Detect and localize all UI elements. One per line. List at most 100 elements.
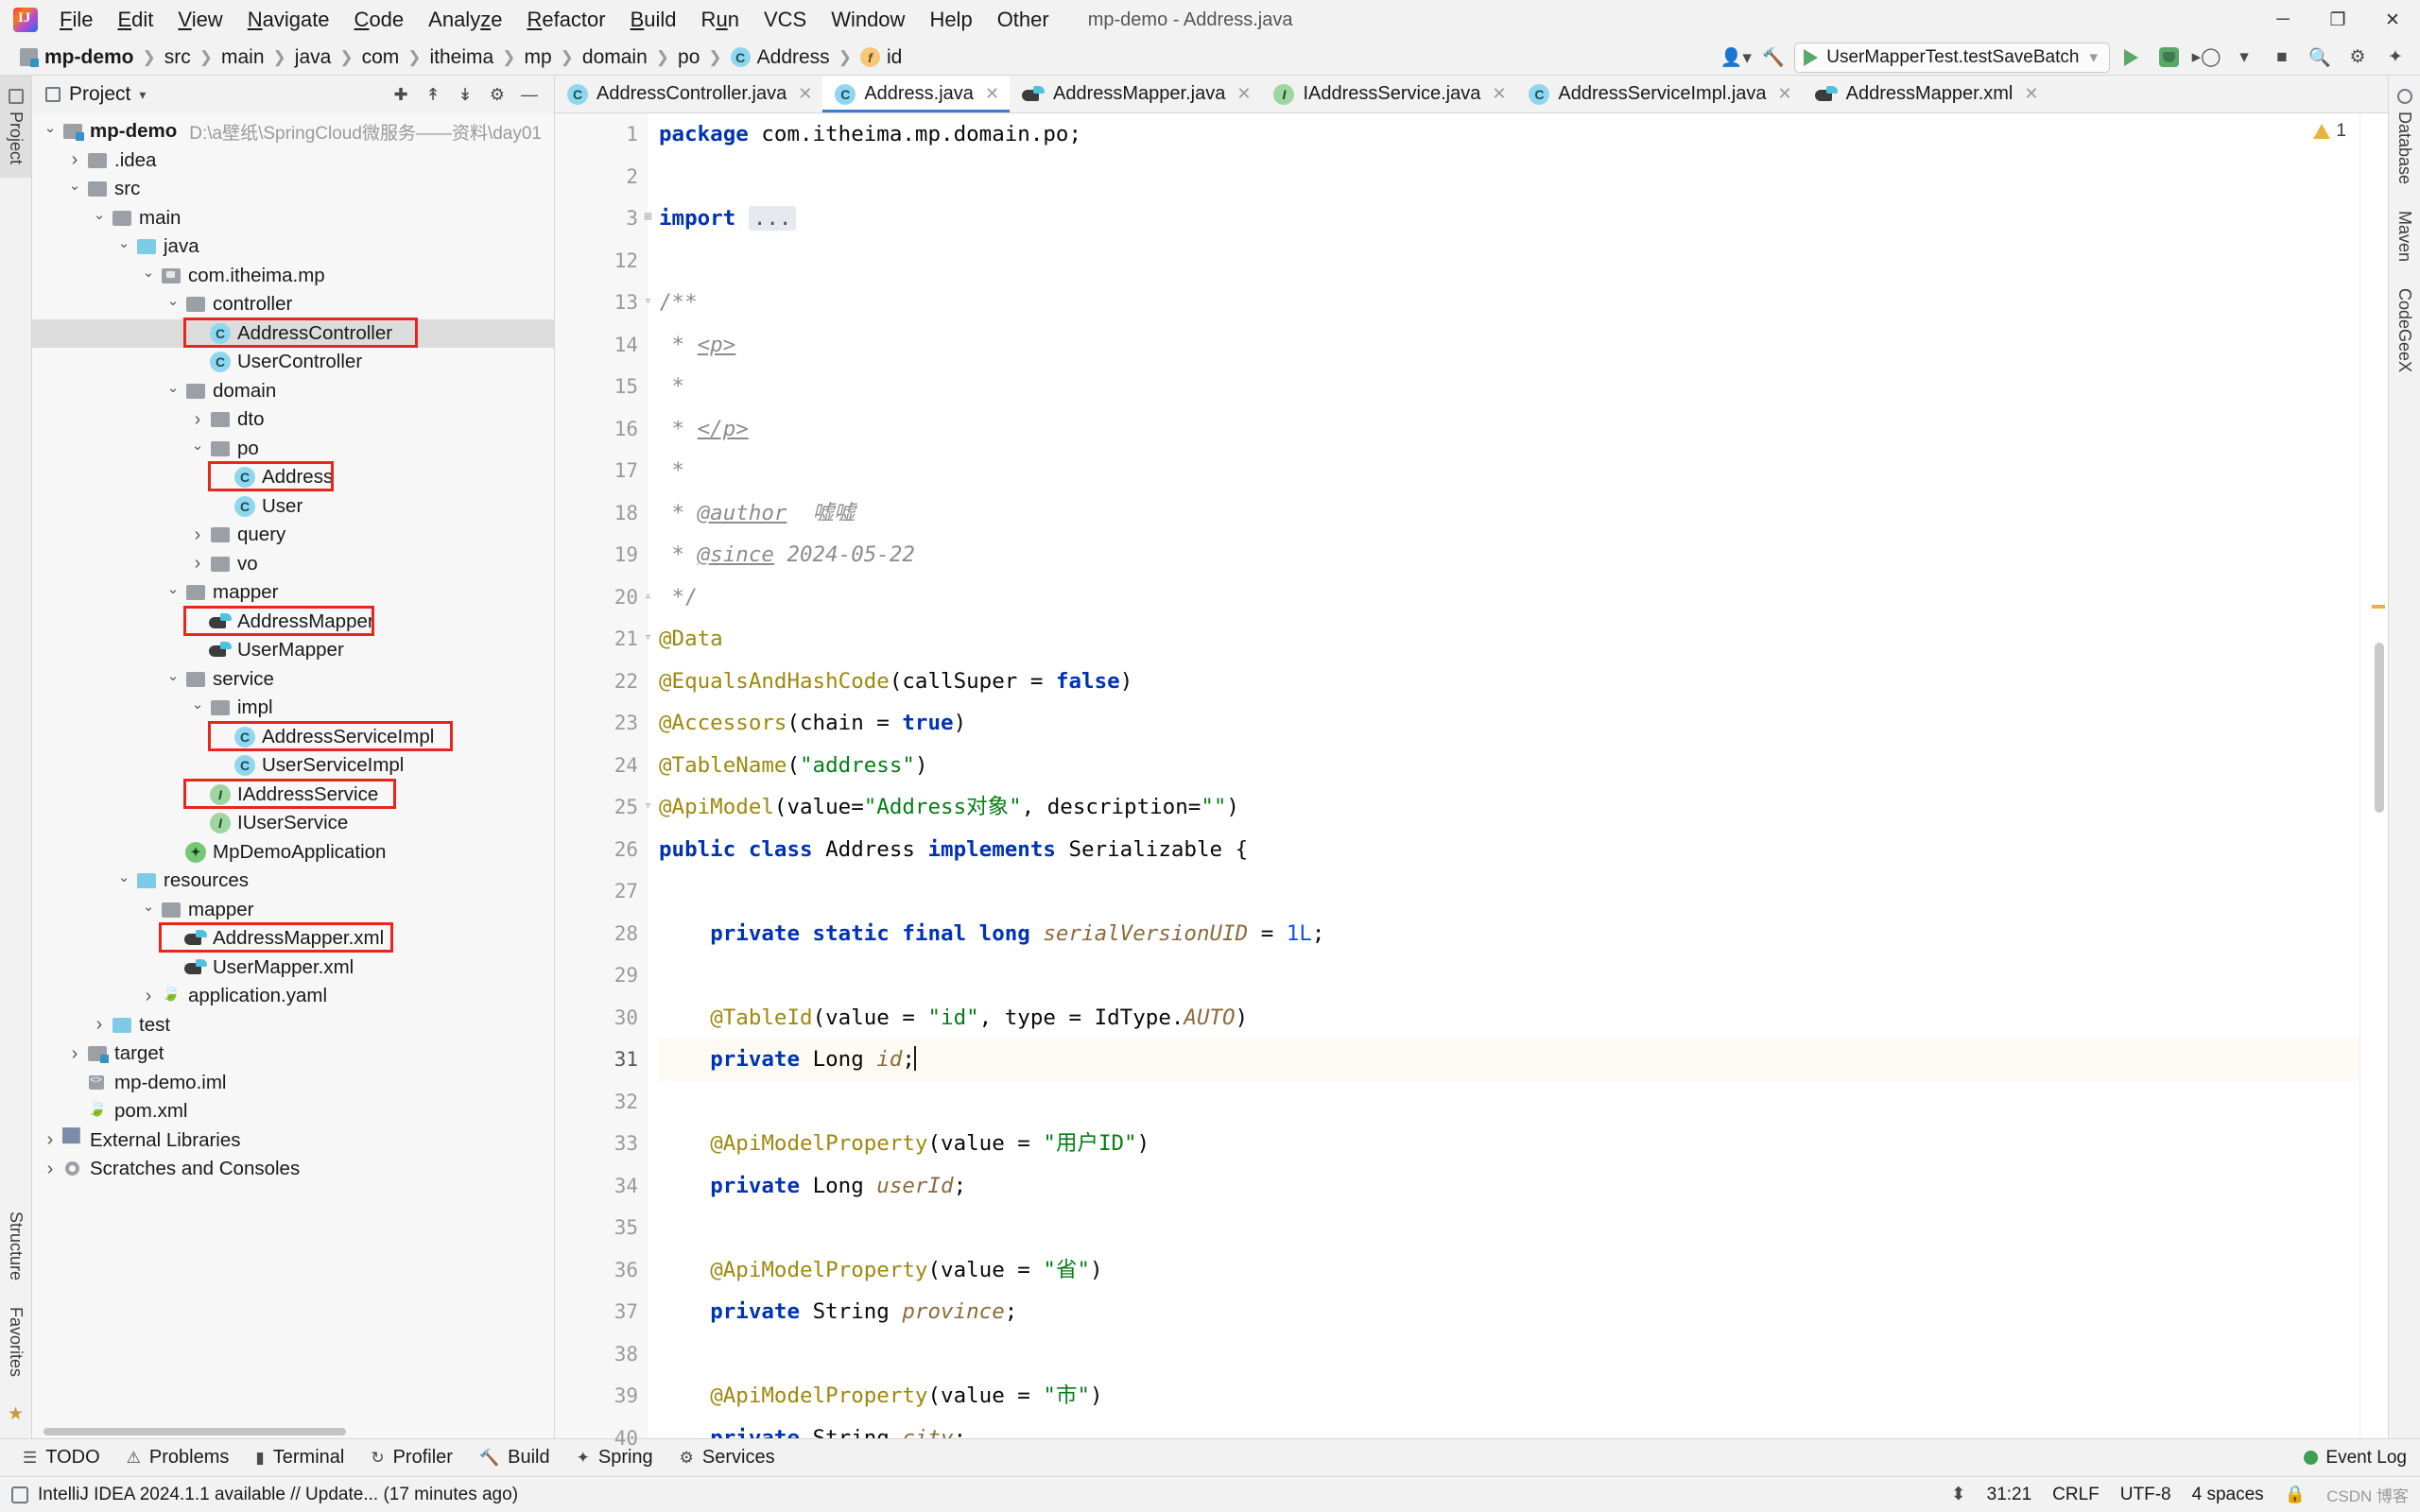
indent-setting[interactable]: 4 spaces xyxy=(2192,1485,2264,1505)
maximize-button[interactable]: ❐ xyxy=(2310,0,2365,40)
chevron-down-icon[interactable] xyxy=(187,440,208,457)
ai-assistant-icon[interactable]: ✦ xyxy=(2378,43,2412,73)
tool-window-problems[interactable]: ⚠Problems xyxy=(113,1443,243,1472)
chevron-right-icon[interactable] xyxy=(187,524,208,546)
tool-window-terminal[interactable]: ▮Terminal xyxy=(242,1443,357,1472)
close-icon[interactable]: ✕ xyxy=(2024,84,2038,104)
tree-node-controller[interactable]: controller xyxy=(32,290,554,319)
tree-node-mp-demo[interactable]: mp-demoD:\a壁纸\SpringCloud微服务——资料\day01 xyxy=(32,117,554,146)
chevron-right-icon[interactable] xyxy=(187,409,208,431)
chevron-down-icon[interactable] xyxy=(113,238,134,255)
tree-node-usermapper-xml[interactable]: UserMapper.xml xyxy=(32,954,554,983)
code-line[interactable]: private Long userId; xyxy=(659,1165,2360,1208)
tree-node-addressserviceimpl[interactable]: CAddressServiceImpl xyxy=(32,723,554,752)
editor-tab-address-java[interactable]: CAddress.java✕ xyxy=(822,76,1010,112)
code-line[interactable]: public class Address implements Serializ… xyxy=(659,829,2360,871)
code-line[interactable]: * <p> xyxy=(659,324,2360,367)
minimize-button[interactable]: ─ xyxy=(2256,0,2310,40)
chevron-down-icon[interactable] xyxy=(138,267,159,284)
tree-node-addressmapper-xml[interactable]: AddressMapper.xml xyxy=(32,924,554,954)
code-line[interactable]: /** xyxy=(659,282,2360,324)
menu-help[interactable]: Help xyxy=(917,4,984,36)
tree-node-mpdemoapplication[interactable]: ✦MpDemoApplication xyxy=(32,838,554,868)
settings-gear-icon[interactable]: ⚙ xyxy=(482,80,512,109)
tree-node-query[interactable]: query xyxy=(32,521,554,550)
chevron-down-icon[interactable] xyxy=(163,671,183,688)
code-content[interactable]: package com.itheima.mp.domain.po; import… xyxy=(648,113,2360,1438)
tree-horizontal-scrollbar[interactable] xyxy=(32,1424,554,1438)
code-line[interactable]: @ApiModelProperty(value = "市") xyxy=(659,1375,2360,1418)
breadcrumb-po[interactable]: po xyxy=(671,44,706,71)
code-line[interactable]: @TableId(value = "id", type = IdType.AUT… xyxy=(659,997,2360,1040)
hammer-icon[interactable]: 🔨 xyxy=(1756,43,1790,73)
chevron-right-icon[interactable] xyxy=(40,1129,60,1151)
code-line[interactable]: * xyxy=(659,450,2360,492)
code-line[interactable] xyxy=(659,870,2360,913)
run-with-coverage-icon[interactable]: ▸◯ xyxy=(2189,43,2223,73)
close-icon[interactable]: ✕ xyxy=(798,84,812,104)
menu-analyze[interactable]: Analyze xyxy=(416,4,514,36)
tool-window-profiler[interactable]: ↻Profiler xyxy=(357,1443,466,1472)
chevron-right-icon[interactable] xyxy=(89,1014,110,1036)
menu-other[interactable]: Other xyxy=(985,4,1062,36)
lock-icon[interactable]: 🔒 xyxy=(2285,1485,2306,1504)
editor-tab-bar[interactable]: CAddressController.java✕CAddress.java✕Ad… xyxy=(555,76,2388,113)
debug-icon[interactable] xyxy=(2152,43,2186,73)
chevron-down-icon[interactable] xyxy=(163,296,183,313)
tree-node-user[interactable]: CUser xyxy=(32,492,554,522)
chevron-down-icon[interactable] xyxy=(64,180,85,198)
code-line[interactable]: @ApiModelProperty(value = "用户ID") xyxy=(659,1123,2360,1165)
breadcrumb-com[interactable]: com xyxy=(355,44,406,71)
close-button[interactable]: ✕ xyxy=(2365,0,2420,40)
close-icon[interactable]: ✕ xyxy=(1778,84,1792,104)
code-line[interactable] xyxy=(659,954,2360,997)
sidebar-item-maven[interactable]: Maven xyxy=(2389,198,2420,275)
breadcrumb-domain[interactable]: domain xyxy=(576,44,654,71)
editor-tab-addressmapper-java[interactable]: AddressMapper.java✕ xyxy=(1010,76,1261,112)
tree-node-target[interactable]: target xyxy=(32,1040,554,1069)
project-tree[interactable]: mp-demoD:\a壁纸\SpringCloud微服务——资料\day01.i… xyxy=(32,113,554,1424)
hide-panel-icon[interactable]: — xyxy=(514,80,544,109)
tree-node-application-yaml[interactable]: application.yaml xyxy=(32,982,554,1011)
code-line[interactable]: @EqualsAndHashCode(callSuper = false) xyxy=(659,661,2360,703)
tree-node-dto[interactable]: dto xyxy=(32,405,554,435)
code-line[interactable]: private String province; xyxy=(659,1291,2360,1333)
breadcrumb-mp-demo[interactable]: mp-demo xyxy=(13,44,141,71)
tree-node-impl[interactable]: impl xyxy=(32,694,554,723)
tool-window-bar[interactable]: ☰TODO⚠Problems▮Terminal↻Profiler🔨Build✦S… xyxy=(0,1438,2420,1476)
code-line[interactable] xyxy=(659,240,2360,283)
status-message[interactable]: IntelliJ IDEA 2024.1.1 available // Upda… xyxy=(38,1485,518,1505)
code-line[interactable] xyxy=(659,1207,2360,1249)
code-line[interactable]: @Data xyxy=(659,618,2360,661)
sidebar-item-database[interactable]: Database xyxy=(2389,76,2420,198)
tree-node-scratches-and-consoles[interactable]: Scratches and Consoles xyxy=(32,1155,554,1184)
breadcrumb-address[interactable]: C Address xyxy=(724,44,837,71)
code-line[interactable] xyxy=(659,1333,2360,1376)
tree-node-vo[interactable]: vo xyxy=(32,550,554,579)
tree-node-usermapper[interactable]: UserMapper xyxy=(32,636,554,665)
tree-node-src[interactable]: src xyxy=(32,175,554,204)
close-icon[interactable]: ✕ xyxy=(1492,84,1506,104)
add-icon[interactable]: ✚ xyxy=(386,80,416,109)
editor-tab-addresscontroller-java[interactable]: CAddressController.java✕ xyxy=(555,76,822,112)
tree-node-usercontroller[interactable]: CUserController xyxy=(32,348,554,377)
user-icon[interactable]: 👤▾ xyxy=(1719,43,1753,73)
code-line[interactable]: private static final long serialVersionU… xyxy=(659,913,2360,955)
close-icon[interactable]: ✕ xyxy=(1236,84,1251,104)
status-message-group[interactable]: IntelliJ IDEA 2024.1.1 available // Upda… xyxy=(11,1485,518,1505)
code-line[interactable]: import ... xyxy=(659,198,2360,240)
tree-node-mapper[interactable]: mapper xyxy=(32,578,554,608)
tree-node-test[interactable]: test xyxy=(32,1011,554,1040)
chevron-down-icon[interactable] xyxy=(138,902,159,919)
tree-node-pom-xml[interactable]: pom.xml xyxy=(32,1097,554,1126)
chevron-down-icon[interactable] xyxy=(163,383,183,400)
menu-run[interactable]: Run xyxy=(689,4,752,36)
tree-node-po[interactable]: po xyxy=(32,435,554,464)
chevron-right-icon[interactable] xyxy=(138,986,159,1007)
updates-icon[interactable]: ⚙ xyxy=(2341,43,2375,73)
sidebar-item-structure[interactable]: Structure xyxy=(0,1198,31,1294)
tree-node-service[interactable]: service xyxy=(32,665,554,695)
event-log-button[interactable]: Event Log xyxy=(2304,1448,2407,1469)
code-line[interactable]: * @since 2024-05-22 xyxy=(659,534,2360,576)
sidebar-item-project[interactable]: Project xyxy=(0,76,31,178)
